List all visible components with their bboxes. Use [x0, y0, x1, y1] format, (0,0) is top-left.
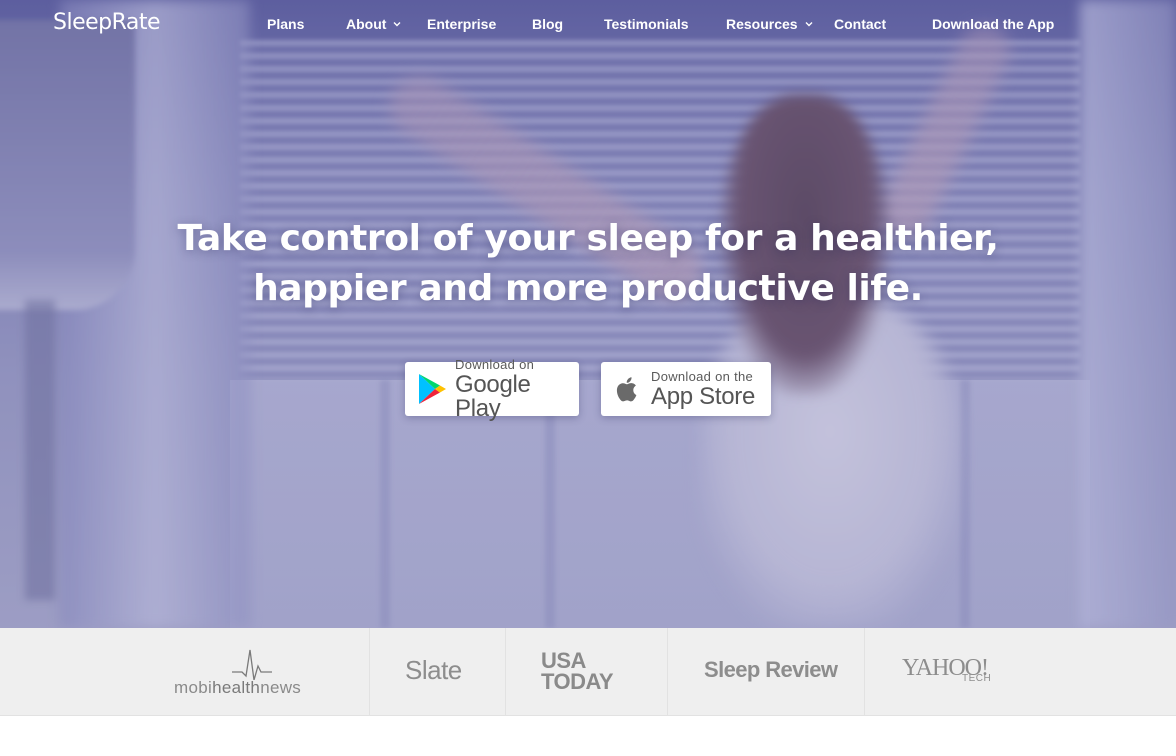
press-divider: [505, 628, 506, 716]
nav-item-plans[interactable]: Plans: [267, 16, 304, 32]
press-divider: [864, 628, 865, 716]
chevron-down-icon: [393, 22, 401, 27]
slate-logo: Slate: [405, 655, 462, 685]
nav-item-label: Plans: [267, 16, 305, 32]
nav-item-testimonials[interactable]: Testimonials: [604, 16, 689, 32]
sleep-review-logo: Sleep Review: [704, 657, 838, 682]
nav-item-label: Enterprise: [427, 16, 497, 32]
usa-today-line2: TODAY: [541, 669, 614, 694]
nav-item-download-app[interactable]: Download the App: [932, 16, 1054, 32]
nav-item-resources[interactable]: Resources: [726, 16, 814, 32]
hero-color-overlay: [0, 0, 1176, 628]
top-navigation: SleepRate Plans About Enterprise Blog Te…: [0, 0, 1176, 48]
google-play-small-label: Download on: [455, 356, 535, 372]
nav-item-enterprise[interactable]: Enterprise: [427, 16, 496, 32]
mobihealthnews-part3: news: [260, 678, 302, 697]
hero-headline-line1: Take control of your sleep for a healthi…: [177, 218, 999, 259]
hero-section: Take control of your sleep for a healthi…: [0, 0, 1176, 628]
nav-item-blog[interactable]: Blog: [532, 16, 563, 32]
yahoo-tech-sublabel: TECH: [962, 673, 992, 684]
nav-item-label: About: [346, 16, 387, 32]
sleeprate-logo[interactable]: SleepRate: [53, 10, 161, 35]
nav-item-about[interactable]: About: [346, 16, 402, 32]
hero-headline-line2: happier and more productive life.: [253, 268, 923, 309]
apple-icon: [616, 377, 637, 402]
press-divider: [369, 628, 370, 716]
google-play-big-label: Google Play: [455, 370, 531, 422]
usa-today-line1: USA: [541, 648, 586, 673]
mobihealthnews-part2: health: [212, 678, 261, 697]
nav-item-label: Blog: [532, 16, 564, 32]
app-store-big-label: App Store: [651, 382, 756, 410]
google-play-icon: [419, 374, 446, 404]
chevron-down-icon: [805, 22, 813, 27]
nav-item-label: Download the App: [932, 16, 1055, 32]
nav-item-label: Testimonials: [604, 16, 689, 32]
usa-today-logo: USA TODAY: [541, 648, 614, 694]
nav-item-label: Contact: [834, 16, 887, 32]
app-store-button[interactable]: Download on the App Store: [601, 362, 771, 416]
mobihealthnews-part1: mobi: [174, 678, 213, 697]
google-play-button[interactable]: Download on Google Play: [405, 358, 579, 420]
nav-item-contact[interactable]: Contact: [834, 16, 886, 32]
hero-headline: Take control of your sleep for a healthi…: [0, 214, 1176, 314]
app-store-small-label: Download on the: [651, 368, 754, 384]
heartbeat-icon: [232, 649, 272, 680]
hero-background-photo: [0, 0, 1176, 628]
nav-item-label: Resources: [726, 16, 798, 32]
press-divider: [667, 628, 668, 716]
